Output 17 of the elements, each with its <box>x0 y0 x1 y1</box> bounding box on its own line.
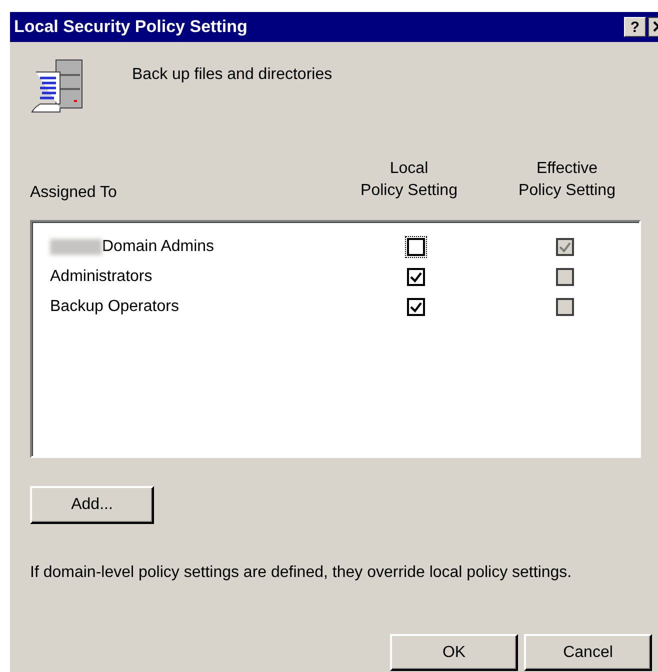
ok-button[interactable]: OK <box>390 634 518 671</box>
group-name[interactable]: Administrators <box>50 268 152 286</box>
local-checkbox[interactable] <box>407 298 426 316</box>
group-name[interactable]: Domain Admins <box>102 238 214 256</box>
group-name[interactable]: Backup Operators <box>50 298 179 316</box>
window-title: Local Security Policy Setting <box>14 17 248 37</box>
column-header: Assigned To <box>30 184 118 202</box>
help-button[interactable]: ? <box>624 17 646 37</box>
column-header: Local Policy Setting <box>360 159 458 201</box>
cancel-button[interactable]: Cancel <box>524 634 652 671</box>
add-button[interactable]: Add... <box>30 486 154 524</box>
local-checkbox[interactable] <box>407 268 426 286</box>
policy-name: Back up files and directories <box>132 66 332 84</box>
check-icon <box>409 300 424 314</box>
check-icon <box>409 270 424 284</box>
info-text: If domain-level policy settings are defined, they override local policy settings. <box>30 564 573 582</box>
column-header: Effective Policy Setting <box>518 159 616 201</box>
